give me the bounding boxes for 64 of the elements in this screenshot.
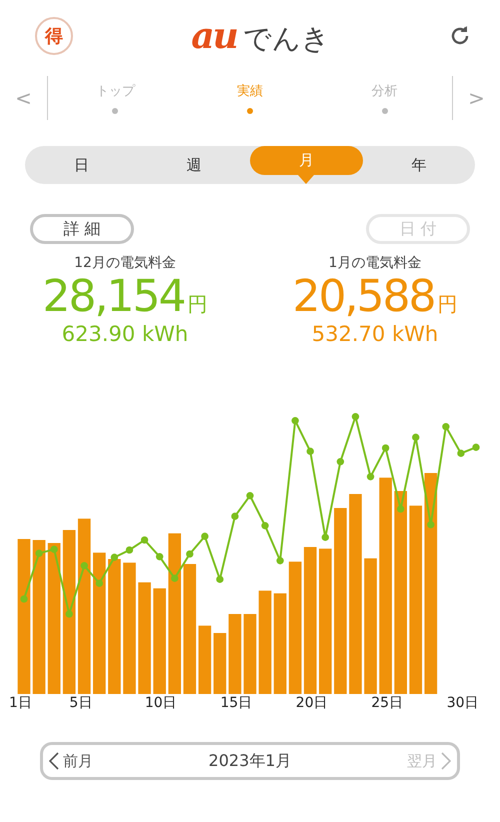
data-point [322,534,329,541]
data-point [472,444,480,451]
brand-logo: au [191,14,237,56]
data-point [336,458,344,466]
data-point [80,562,88,570]
data-point [110,554,118,561]
data-point [231,512,239,520]
period-tab[interactable]: 日 [25,146,138,184]
day-label: 1日 [9,694,33,713]
energy-usage: 623.90 kWh [62,322,188,346]
period-tab[interactable]: 週 [138,146,250,184]
data-point [216,576,224,583]
data-point [382,444,390,452]
data-point [366,473,374,480]
data-point [50,546,58,553]
data-point [96,580,103,587]
data-point [186,550,194,558]
nav-tab[interactable]: トップ [48,82,183,114]
data-point [156,553,164,560]
data-point [457,450,465,457]
day-label: 25日 [371,694,404,713]
day-label: 10日 [144,694,178,713]
data-point [442,423,450,430]
nav-tab[interactable]: 分析 [317,82,452,114]
day-label: 15日 [220,694,254,713]
day-label: 5日 [69,694,94,713]
period-tab[interactable]: 月 [250,146,362,175]
data-point [292,417,299,424]
period-tab[interactable]: 年 [362,146,475,184]
usage-bar [198,626,212,694]
day-label: 30日 [446,694,480,713]
data-point [352,413,360,420]
data-point [201,532,208,540]
bill-amount: 20,588 [292,272,434,322]
data-point [140,536,148,544]
prev-month-button[interactable]: 前月 [49,752,93,770]
data-point [276,557,284,564]
data-point [397,505,404,513]
data-point [261,522,269,530]
bill-title: 12月の電気料金 [74,254,176,272]
current-month: 2023年1月 [208,750,292,772]
data-point [35,550,43,557]
nav-tab[interactable]: 実績 [182,82,318,114]
currency-unit: 円 [187,291,208,318]
data-point [126,546,134,554]
currency-unit: 円 [437,291,458,318]
data-point [306,448,314,455]
bill-title: 1月の電気料金 [328,254,422,272]
day-label: 20日 [296,694,329,713]
chevron-right-icon [441,752,451,770]
data-point [171,574,178,582]
usage-bar [214,633,226,694]
details-button[interactable]: 詳 細 [30,214,134,244]
data-point [246,492,254,500]
data-point [427,521,434,528]
data-point [66,610,73,618]
coupon-badge[interactable]: 得 [35,17,73,55]
energy-usage: 532.70 kWh [312,322,438,346]
data-point [20,595,28,603]
bill-amount: 28,154 [42,272,184,322]
chevron-left-icon [49,752,59,770]
app-title: でんき [242,20,330,56]
data-point [412,434,420,441]
selection-pointer-icon [298,175,314,184]
